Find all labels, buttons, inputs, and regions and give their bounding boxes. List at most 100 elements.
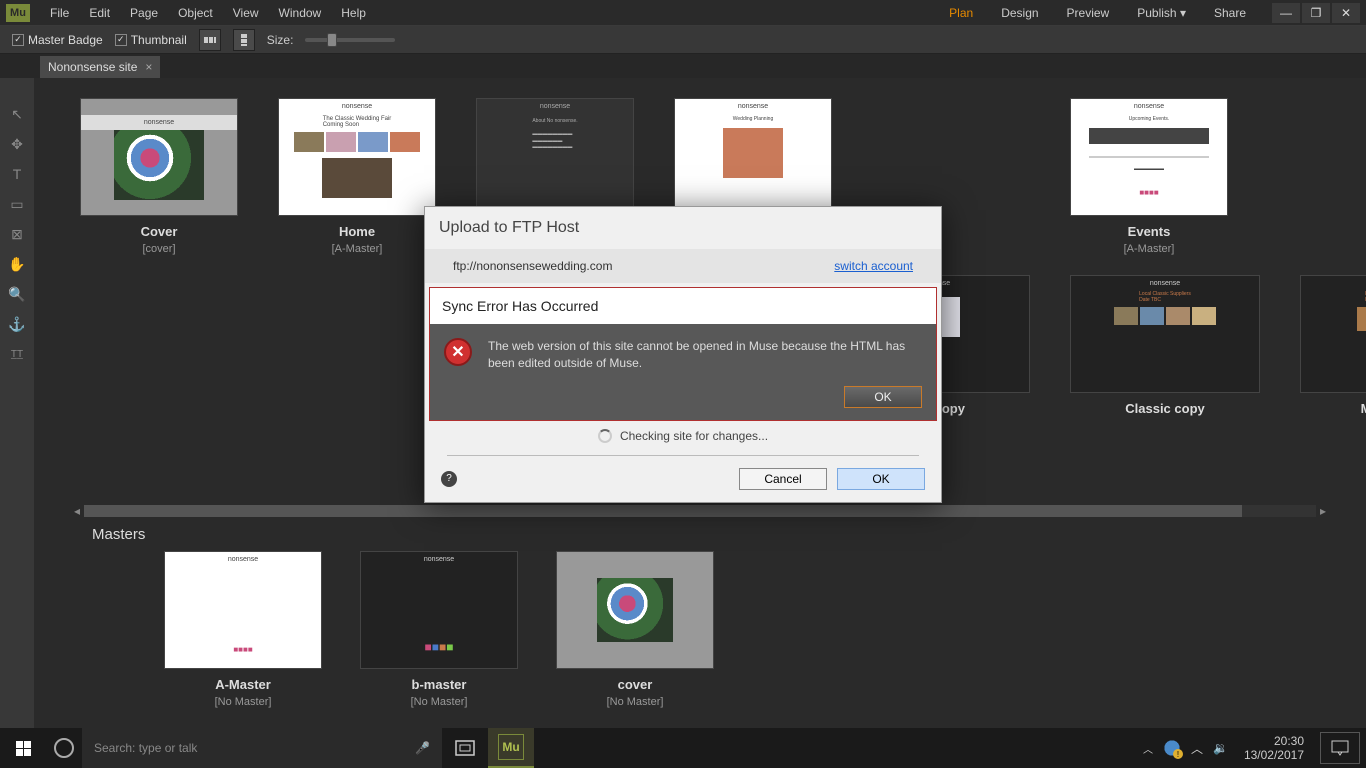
mode-preview[interactable]: Preview xyxy=(1053,6,1124,20)
master-cover[interactable]: cover [No Master] xyxy=(556,551,714,708)
mode-publish[interactable]: Publish ▾ xyxy=(1123,6,1200,20)
menu-file[interactable]: File xyxy=(40,6,79,20)
page-name: Mysterious xyxy=(1361,401,1366,416)
spinner-icon xyxy=(598,429,612,443)
master-parent: [No Master] xyxy=(215,696,272,708)
text-box-tool[interactable]: T̲T̲ xyxy=(7,344,27,364)
taskbar-app-muse[interactable]: Mu xyxy=(488,728,534,768)
windows-taskbar: Search: type or talk 🎤 Mu ︿ ! ︿ 🔉 20:30 … xyxy=(0,728,1366,768)
menu-edit[interactable]: Edit xyxy=(79,6,120,20)
tool-column: ↖ ✥ T ▭ ⊠ ✋ 🔍 ⚓ T̲T̲ xyxy=(0,78,34,728)
error-panel: Sync Error Has Occurred ✕ The web versio… xyxy=(429,287,937,421)
page-mysterious[interactable]: nonsenseLocal Mysterious SuppliersDate T… xyxy=(1300,275,1366,416)
dialog-host-row: ftp://nononsensewedding.com switch accou… xyxy=(425,249,941,283)
clock-date: 13/02/2017 xyxy=(1244,748,1304,762)
mode-plan[interactable]: Plan xyxy=(935,6,987,20)
frame-tool[interactable]: ⊠ xyxy=(7,224,27,244)
slider-thumb[interactable] xyxy=(327,33,337,47)
error-ok-button[interactable]: OK xyxy=(844,386,922,408)
page-cover[interactable]: nonsense Cover [cover] xyxy=(80,98,238,255)
notifications-button[interactable] xyxy=(1320,732,1360,764)
size-slider[interactable] xyxy=(305,38,395,42)
layout-h-icon xyxy=(203,33,217,47)
scroll-left-icon[interactable]: ◂ xyxy=(74,504,84,518)
taskbar-clock[interactable]: 20:30 13/02/2017 xyxy=(1238,734,1310,763)
document-tab-bar: Nononsense site × xyxy=(0,54,1366,78)
page-thumbnail: nonsenseUpcoming Events.▬▬▬▬▬▬■■■■ xyxy=(1070,98,1228,216)
app-logo: Mu xyxy=(6,4,30,22)
menu-view[interactable]: View xyxy=(223,6,269,20)
error-body: ✕ The web version of this site cannot be… xyxy=(430,324,936,386)
ok-button[interactable]: OK xyxy=(837,468,925,490)
thumbnail-checkbox[interactable]: ✓ Thumbnail xyxy=(115,33,187,47)
maximize-button[interactable]: ❐ xyxy=(1302,3,1330,23)
anchor-tool[interactable]: ⚓ xyxy=(7,314,27,334)
page-master: [A-Master] xyxy=(1124,243,1175,255)
menu-object[interactable]: Object xyxy=(168,6,223,20)
menu-bar: Mu File Edit Page Object View Window Hel… xyxy=(0,0,1366,26)
rectangle-tool[interactable]: ▭ xyxy=(7,194,27,214)
mode-share[interactable]: Share xyxy=(1200,6,1260,20)
cortana-icon[interactable] xyxy=(54,738,74,758)
menu-window[interactable]: Window xyxy=(269,6,332,20)
checking-label: Checking site for changes... xyxy=(620,429,768,443)
tray-chevron-icon[interactable]: ︿ xyxy=(1191,740,1203,757)
dialog-footer: ? Cancel OK xyxy=(425,456,941,502)
scroll-thumb[interactable] xyxy=(84,505,1242,517)
scroll-right-icon[interactable]: ▸ xyxy=(1316,504,1326,518)
page-thumbnail: nonsenseWedding Planning xyxy=(674,98,832,216)
switch-account-link[interactable]: switch account xyxy=(834,259,913,273)
cancel-button[interactable]: Cancel xyxy=(739,468,827,490)
page-events[interactable]: nonsenseUpcoming Events.▬▬▬▬▬▬■■■■ Event… xyxy=(1070,98,1228,255)
horizontal-scrollbar[interactable]: ◂ ▸ xyxy=(34,504,1366,518)
page-home[interactable]: nonsenseThe Classic Wedding FairComing S… xyxy=(278,98,436,255)
microphone-icon[interactable]: 🎤 xyxy=(415,741,430,755)
page-classic-copy[interactable]: nonsenseLocal Classic SuppliersDate TBC … xyxy=(1070,275,1260,416)
masters-header: Masters xyxy=(34,518,1366,551)
close-button[interactable]: ✕ xyxy=(1332,3,1360,23)
start-button[interactable] xyxy=(0,728,46,768)
masters-row: nonsense■■■■ A-Master [No Master] nonsen… xyxy=(34,551,1366,728)
menu-page[interactable]: Page xyxy=(120,6,168,20)
text-tool[interactable]: T xyxy=(7,164,27,184)
notification-icon xyxy=(1331,740,1349,756)
crop-tool[interactable]: ✥ xyxy=(7,134,27,154)
volume-icon[interactable]: 🔉 xyxy=(1213,741,1228,755)
page-thumbnail: nonsense xyxy=(80,98,238,216)
page-master: [cover] xyxy=(142,243,175,255)
master-thumbnail xyxy=(556,551,714,669)
ftp-upload-dialog: Upload to FTP Host ftp://nononsenseweddi… xyxy=(424,206,942,503)
muse-app-icon: Mu xyxy=(498,734,524,760)
page-thumbnail: nonsenseAbout No nonsense.▬▬▬▬▬▬▬▬▬▬▬▬▬▬… xyxy=(476,98,634,216)
windows-icon xyxy=(16,741,31,756)
error-message: The web version of this site cannot be o… xyxy=(488,338,922,372)
scroll-track[interactable] xyxy=(84,505,1316,517)
menu-help[interactable]: Help xyxy=(331,6,376,20)
help-icon[interactable]: ? xyxy=(441,471,457,487)
mode-design[interactable]: Design xyxy=(987,6,1052,20)
thumbnail-label: Thumbnail xyxy=(131,33,187,47)
page-thumbnail: nonsenseLocal Classic SuppliersDate TBC xyxy=(1070,275,1260,393)
hand-tool[interactable]: ✋ xyxy=(7,254,27,274)
close-tab-icon[interactable]: × xyxy=(145,60,152,74)
horizontal-layout-button[interactable] xyxy=(199,29,221,51)
document-tab-label: Nononsense site xyxy=(48,60,137,74)
master-b[interactable]: nonsense■■■■ b-master [No Master] xyxy=(360,551,518,708)
master-badge-checkbox[interactable]: ✓ Master Badge xyxy=(12,33,103,47)
document-tab[interactable]: Nononsense site × xyxy=(40,56,160,78)
task-view-button[interactable] xyxy=(442,728,488,768)
clock-time: 20:30 xyxy=(1244,734,1304,748)
page-name: Classic copy xyxy=(1125,401,1205,416)
taskbar-search[interactable]: Search: type or talk 🎤 xyxy=(82,728,442,768)
tray-status-icon[interactable]: ! xyxy=(1163,739,1181,757)
page-name: Events xyxy=(1128,224,1171,239)
master-a[interactable]: nonsense■■■■ A-Master [No Master] xyxy=(164,551,322,708)
search-placeholder: Search: type or talk xyxy=(94,741,197,755)
minimize-button[interactable]: — xyxy=(1272,3,1300,23)
error-buttons: OK xyxy=(430,386,936,420)
chevron-down-icon: ▾ xyxy=(1180,6,1186,20)
selection-tool[interactable]: ↖ xyxy=(7,104,27,124)
zoom-tool[interactable]: 🔍 xyxy=(7,284,27,304)
vertical-layout-button[interactable] xyxy=(233,29,255,51)
tray-overflow-icon[interactable]: ︿ xyxy=(1143,741,1153,756)
